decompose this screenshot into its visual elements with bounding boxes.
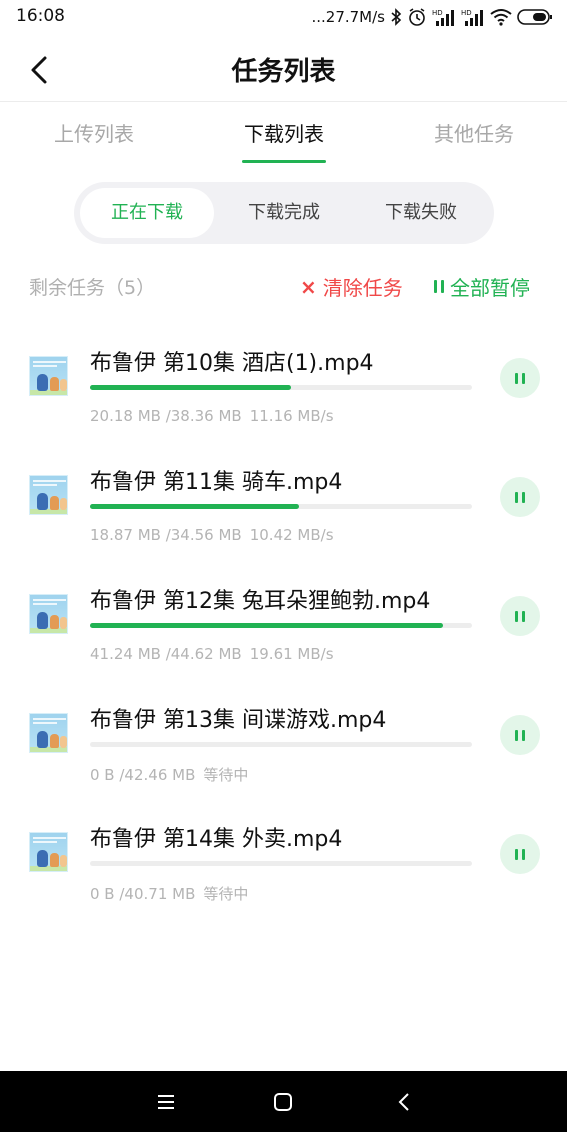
pause-icon: [515, 606, 525, 626]
wifi-icon: [490, 9, 512, 26]
download-status: 19.61 MB/s: [249, 645, 334, 663]
progress-fill: [90, 623, 443, 628]
segment-completed[interactable]: 下载完成: [217, 188, 351, 238]
file-name: 布鲁伊 第11集 骑车.mp4: [90, 470, 343, 495]
back-triangle-icon: [398, 1093, 409, 1111]
video-thumbnail: [29, 356, 68, 396]
file-name: 布鲁伊 第12集 兔耳朵狸鲍勃.mp4: [90, 589, 431, 614]
active-tab-indicator: [242, 160, 326, 163]
download-item[interactable]: 布鲁伊 第11集 骑车.mp4 18.87 MB /34.56 MB 10.42 …: [0, 449, 567, 568]
recent-apps-button[interactable]: [153, 1089, 179, 1115]
remaining-tasks-label: 剩余任务（5）: [29, 277, 156, 299]
download-item[interactable]: 布鲁伊 第13集 间谍游戏.mp4 0 B /42.46 MB 等待中: [0, 687, 567, 806]
download-meta: 0 B /42.46 MB 等待中: [90, 764, 256, 785]
pause-icon: [434, 277, 444, 297]
progress-bar: [90, 504, 472, 509]
system-nav-bar: [0, 1071, 567, 1132]
pause-all-label: 全部暂停: [450, 276, 530, 300]
file-size: 20.18 MB /38.36 MB: [90, 407, 242, 425]
hd-signal-icon: HD: [461, 9, 483, 26]
status-icons: ...27.7M/s HD HD: [311, 5, 553, 29]
progress-bar: [90, 861, 472, 866]
download-meta: 0 B /40.71 MB 等待中: [90, 883, 256, 904]
svg-text:HD: HD: [432, 9, 443, 17]
file-size: 0 B /42.46 MB: [90, 766, 196, 784]
progress-fill: [90, 385, 291, 390]
file-size: 41.24 MB /44.62 MB: [90, 645, 242, 663]
pause-button[interactable]: [500, 596, 540, 636]
file-name: 布鲁伊 第13集 间谍游戏.mp4: [90, 708, 387, 733]
menu-icon: [158, 1095, 174, 1109]
pause-all-button[interactable]: 全部暂停: [434, 272, 530, 301]
download-status-segmented-control: 正在下载 下载完成 下载失败: [74, 182, 494, 244]
segment-downloading[interactable]: 正在下载: [80, 188, 214, 238]
download-item[interactable]: 布鲁伊 第12集 兔耳朵狸鲍勃.mp4 41.24 MB /44.62 MB 19…: [0, 568, 567, 687]
pause-icon: [515, 487, 525, 507]
pause-icon: [515, 844, 525, 864]
pause-button[interactable]: [500, 477, 540, 517]
video-thumbnail: [29, 594, 68, 634]
pause-button[interactable]: [500, 715, 540, 755]
svg-text:HD: HD: [461, 9, 472, 17]
file-name: 布鲁伊 第14集 外卖.mp4: [90, 827, 343, 852]
download-meta: 18.87 MB /34.56 MB 10.42 MB/s: [90, 526, 342, 544]
file-size: 18.87 MB /34.56 MB: [90, 526, 242, 544]
download-meta: 20.18 MB /38.36 MB 11.16 MB/s: [90, 407, 342, 425]
home-square-icon: [274, 1093, 292, 1111]
download-item[interactable]: 布鲁伊 第14集 外卖.mp4 0 B /40.71 MB 等待中: [0, 806, 567, 925]
hd-signal-icon: HD: [432, 9, 454, 26]
pause-button[interactable]: [500, 358, 540, 398]
progress-bar: [90, 623, 472, 628]
close-icon: ×: [300, 274, 317, 299]
video-thumbnail: [29, 475, 68, 515]
video-thumbnail: [29, 832, 68, 872]
header: 任务列表: [0, 34, 567, 102]
home-button[interactable]: [270, 1089, 296, 1115]
progress-bar: [90, 742, 472, 747]
network-speed: ...27.7M/s: [311, 8, 385, 26]
clear-tasks-button[interactable]: × 清除任务: [300, 272, 403, 301]
status-time: 16:08: [16, 6, 65, 26]
progress-fill: [90, 504, 299, 509]
download-status: 等待中: [203, 885, 249, 903]
clear-tasks-label: 清除任务: [322, 276, 403, 300]
status-bar: 16:08 ...27.7M/s HD HD: [0, 0, 567, 34]
download-status: 10.42 MB/s: [249, 526, 334, 544]
tab-upload-list[interactable]: 上传列表: [50, 118, 138, 147]
tab-other-tasks[interactable]: 其他任务: [430, 118, 518, 147]
video-thumbnail: [29, 713, 68, 753]
alarm-icon: [409, 8, 425, 26]
pause-icon: [515, 368, 525, 388]
battery-icon: [517, 9, 552, 25]
segment-failed[interactable]: 下载失败: [354, 188, 488, 238]
page-title: 任务列表: [231, 57, 336, 87]
progress-bar: [90, 385, 472, 390]
file-name: 布鲁伊 第10集 酒店(1).mp4: [90, 351, 374, 376]
download-meta: 41.24 MB /44.62 MB 19.61 MB/s: [90, 645, 342, 663]
system-back-button[interactable]: [391, 1089, 417, 1115]
download-status: 等待中: [203, 766, 249, 784]
bluetooth-icon: [391, 8, 402, 26]
download-status: 11.16 MB/s: [249, 407, 334, 425]
tab-download-list[interactable]: 下载列表: [240, 118, 328, 147]
pause-button[interactable]: [500, 834, 540, 874]
download-item[interactable]: 布鲁伊 第10集 酒店(1).mp4 20.18 MB /38.36 MB 11.…: [0, 330, 567, 449]
pause-icon: [515, 725, 525, 745]
file-size: 0 B /40.71 MB: [90, 885, 196, 903]
